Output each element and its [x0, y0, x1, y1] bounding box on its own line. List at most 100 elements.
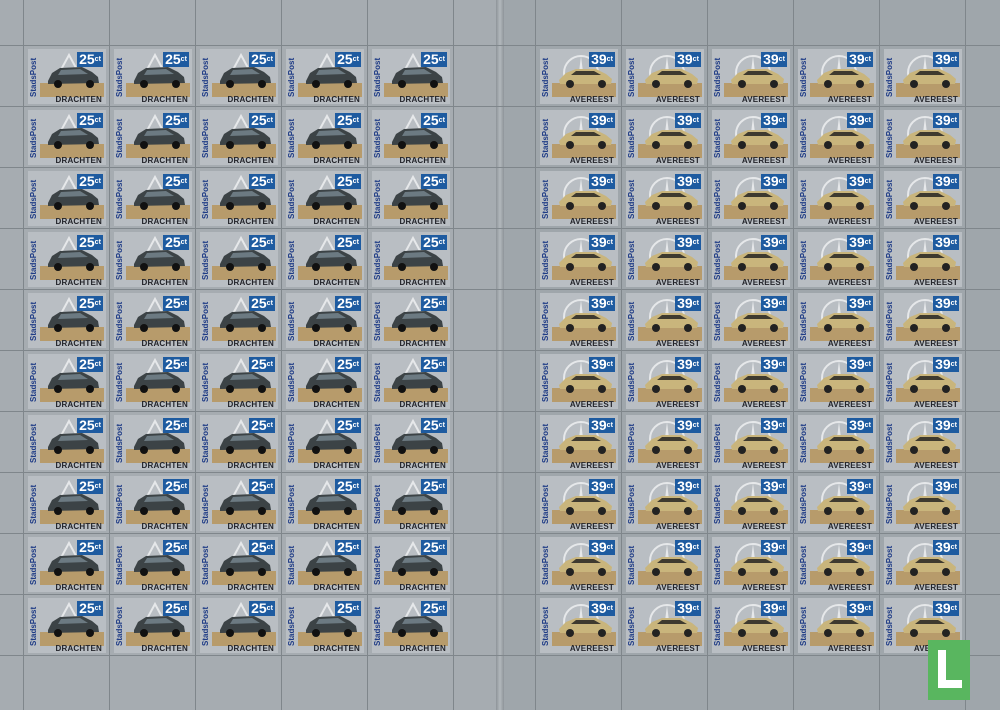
- brand-text: StadsPost: [29, 545, 38, 585]
- stamp: StadsPost 39ct AVEREEST: [540, 171, 618, 226]
- value-number: 39: [763, 539, 779, 555]
- value-suffix: ct: [180, 544, 187, 551]
- place-name: DRACHTEN: [141, 461, 188, 470]
- brand-text: StadsPost: [201, 118, 210, 158]
- value-badge: 25ct: [335, 601, 361, 616]
- stamp: StadsPost 25ct DRACHTEN: [286, 354, 364, 409]
- stamp: StadsPost 39ct AVEREEST: [798, 415, 876, 470]
- value-badge: 25ct: [335, 296, 361, 311]
- place-name: AVEREEST: [827, 156, 872, 165]
- value-number: 25: [165, 356, 181, 372]
- value-number: 39: [677, 112, 693, 128]
- value-suffix: ct: [180, 300, 187, 307]
- value-suffix: ct: [438, 117, 445, 124]
- brand-text: StadsPost: [627, 423, 636, 463]
- value-badge: 39ct: [761, 113, 787, 128]
- brand-text: StadsPost: [29, 240, 38, 280]
- place-name: DRACHTEN: [141, 644, 188, 653]
- brand-text: StadsPost: [287, 606, 296, 646]
- value-badge: 25ct: [421, 174, 447, 189]
- value-number: 25: [423, 356, 439, 372]
- value-number: 25: [79, 539, 95, 555]
- value-suffix: ct: [352, 605, 359, 612]
- brand-text: StadsPost: [627, 606, 636, 646]
- value-badge: 39ct: [675, 52, 701, 67]
- stamp: StadsPost 39ct AVEREEST: [712, 476, 790, 531]
- value-suffix: ct: [266, 483, 273, 490]
- stamp: StadsPost 25ct DRACHTEN: [372, 415, 450, 470]
- value-number: 25: [337, 417, 353, 433]
- brand-text: StadsPost: [885, 362, 894, 402]
- stamp: StadsPost 25ct DRACHTEN: [286, 476, 364, 531]
- place-name: AVEREEST: [827, 95, 872, 104]
- place-name: DRACHTEN: [399, 278, 446, 287]
- value-number: 39: [763, 478, 779, 494]
- value-number: 25: [79, 173, 95, 189]
- place-name: AVEREEST: [827, 583, 872, 592]
- value-number: 25: [337, 112, 353, 128]
- value-suffix: ct: [778, 422, 785, 429]
- brand-text: StadsPost: [29, 362, 38, 402]
- stamp: StadsPost 25ct DRACHTEN: [200, 171, 278, 226]
- place-name: DRACHTEN: [55, 522, 102, 531]
- place-name: DRACHTEN: [55, 156, 102, 165]
- brand-text: StadsPost: [115, 606, 124, 646]
- stamp: StadsPost 39ct AVEREEST: [626, 415, 704, 470]
- place-name: AVEREEST: [569, 217, 614, 226]
- value-badge: 39ct: [761, 418, 787, 433]
- stamp: StadsPost 25ct DRACHTEN: [286, 110, 364, 165]
- value-suffix: ct: [606, 117, 613, 124]
- place-name: AVEREEST: [741, 400, 786, 409]
- value-number: 25: [337, 51, 353, 67]
- value-badge: 39ct: [589, 418, 615, 433]
- brand-text: StadsPost: [541, 240, 550, 280]
- value-badge: 39ct: [589, 540, 615, 555]
- brand-text: StadsPost: [627, 179, 636, 219]
- value-badge: 25ct: [249, 174, 275, 189]
- value-badge: 25ct: [249, 296, 275, 311]
- brand-text: StadsPost: [713, 423, 722, 463]
- brand-text: StadsPost: [541, 118, 550, 158]
- value-suffix: ct: [692, 117, 699, 124]
- value-suffix: ct: [606, 483, 613, 490]
- value-badge: 39ct: [675, 418, 701, 433]
- value-badge: 25ct: [77, 601, 103, 616]
- value-badge: 39ct: [675, 296, 701, 311]
- value-number: 25: [423, 539, 439, 555]
- place-name: AVEREEST: [913, 522, 958, 531]
- brand-text: StadsPost: [799, 423, 808, 463]
- brand-text: StadsPost: [885, 606, 894, 646]
- value-suffix: ct: [950, 544, 957, 551]
- brand-text: StadsPost: [373, 545, 382, 585]
- place-name: DRACHTEN: [227, 95, 274, 104]
- stamp: StadsPost 39ct AVEREEST: [540, 110, 618, 165]
- brand-text: StadsPost: [115, 484, 124, 524]
- place-name: AVEREEST: [913, 400, 958, 409]
- value-suffix: ct: [266, 544, 273, 551]
- value-number: 39: [677, 295, 693, 311]
- place-name: AVEREEST: [569, 156, 614, 165]
- place-name: DRACHTEN: [55, 278, 102, 287]
- value-suffix: ct: [266, 56, 273, 63]
- value-suffix: ct: [606, 544, 613, 551]
- brand-text: StadsPost: [201, 545, 210, 585]
- place-name: DRACHTEN: [313, 156, 360, 165]
- value-number: 25: [79, 234, 95, 250]
- brand-text: StadsPost: [885, 57, 894, 97]
- value-number: 39: [849, 356, 865, 372]
- value-badge: 25ct: [249, 235, 275, 250]
- stamp: StadsPost 25ct DRACHTEN: [114, 354, 192, 409]
- brand-text: StadsPost: [541, 606, 550, 646]
- value-number: 25: [165, 234, 181, 250]
- value-suffix: ct: [778, 178, 785, 185]
- stamp: StadsPost 39ct AVEREEST: [712, 415, 790, 470]
- value-number: 39: [591, 417, 607, 433]
- brand-text: StadsPost: [287, 57, 296, 97]
- value-suffix: ct: [864, 178, 871, 185]
- value-suffix: ct: [692, 361, 699, 368]
- value-number: 39: [935, 600, 951, 616]
- place-name: DRACHTEN: [55, 339, 102, 348]
- value-suffix: ct: [352, 178, 359, 185]
- value-suffix: ct: [864, 544, 871, 551]
- stamp: StadsPost 25ct DRACHTEN: [200, 598, 278, 653]
